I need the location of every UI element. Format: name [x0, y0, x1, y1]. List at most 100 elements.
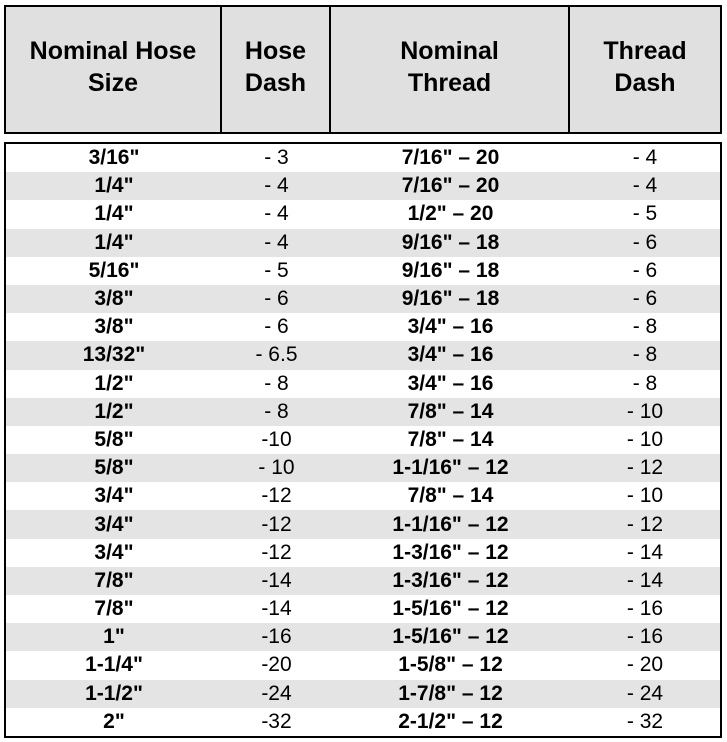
hose-dash-cell: -14 [261, 597, 292, 621]
hose-dash-cell: - 5 [264, 258, 289, 282]
thread-cell: 1-3/16" – 12 [392, 568, 509, 592]
thread-cell: 3/4" – 16 [407, 315, 494, 339]
table-row: 13/32" - 6.5 3/4" – 16 - 8 [6, 341, 720, 370]
table-row: 3/4" -12 7/8" – 14 - 10 [6, 482, 720, 510]
hose-dash-cell: - 3 [264, 146, 289, 170]
thread-dash-cell: - 16 [626, 597, 664, 621]
table-header: Nominal Hose Size Hose Dash Nominal Thre… [4, 5, 722, 134]
thread-cell: 1-5/16" – 12 [392, 597, 509, 621]
hose-size-cell: 1-1/4" [85, 653, 143, 677]
table-row: 1/2" - 8 3/4" – 16 - 8 [6, 370, 720, 398]
hose-size-cell: 1-1/2" [85, 681, 143, 705]
hose-size-cell: 5/8" [94, 456, 134, 480]
thread-dash-cell: - 10 [626, 484, 664, 508]
hose-dash-cell: -14 [261, 568, 292, 592]
thread-cell: 9/16" – 18 [401, 230, 500, 254]
hose-size-cell: 5/8" [94, 427, 134, 451]
hose-size-cell: 3/4" [94, 540, 134, 564]
hose-dash-cell: -12 [261, 540, 292, 564]
hose-dash-cell: -12 [261, 512, 292, 536]
table-row: 1-1/2" -24 1-7/8" – 12 - 24 [6, 679, 720, 708]
thread-dash-cell: - 14 [626, 568, 664, 592]
hose-size-cell: 1" [103, 625, 125, 649]
hose-size-cell: 3/4" [94, 484, 134, 508]
thread-dash-cell: - 6 [632, 287, 658, 311]
hose-size-cell: 5/16" [88, 258, 140, 282]
table-row: 3/4" -12 1-3/16" – 12 - 14 [6, 539, 720, 567]
hose-dash-cell: - 6.5 [255, 343, 298, 367]
thread-dash-cell: - 24 [626, 681, 664, 705]
thread-cell: 7/8" – 14 [407, 399, 494, 423]
thread-dash-cell: - 20 [626, 653, 664, 677]
hose-size-cell: 1/4" [94, 230, 134, 254]
table-row: 5/8" -10 7/8" – 14 - 10 [6, 426, 720, 454]
header-label: Nominal Thread [400, 36, 499, 97]
thread-dash-cell: - 10 [626, 399, 664, 423]
table-row: 2" -32 2-1/2" – 12 - 32 [6, 708, 720, 736]
thread-cell: 3/4" – 16 [407, 371, 494, 395]
table-row: 7/8" -14 1-3/16" – 12 - 14 [6, 566, 720, 595]
table-row: 5/8" - 10 1-1/16" – 12 - 12 [6, 454, 720, 483]
hose-size-cell: 3/8" [94, 315, 134, 339]
thread-dash-cell: - 32 [626, 709, 664, 733]
table-body: 3/16" - 3 7/16" – 20 - 4 1/4" - 4 7/16" – 20 - … [4, 142, 722, 738]
hose-dash-cell: - 8 [264, 399, 289, 423]
hose-dash-cell: - 10 [258, 456, 295, 480]
table-row: 1/2" - 8 7/8" – 14 - 10 [6, 397, 720, 426]
table-row: 1/4" - 4 9/16" – 18 - 6 [6, 228, 720, 257]
hose-size-cell: 7/8" [94, 568, 134, 592]
hose-dash-cell: - 8 [264, 371, 289, 395]
thread-dash-cell: - 12 [626, 456, 664, 480]
table-row: 1/4" - 4 1/2" – 20 - 5 [6, 200, 720, 228]
hose-dash-cell: - 4 [264, 174, 289, 198]
thread-dash-cell: - 8 [632, 315, 658, 339]
hose-size-cell: 2" [103, 709, 125, 733]
thread-cell: 2-1/2" – 12 [398, 709, 503, 733]
table-row: 1" -16 1-5/16" – 12 - 16 [6, 623, 720, 652]
header-label: Hose Dash [244, 36, 307, 97]
hose-size-cell: 3/4" [94, 512, 134, 536]
hose-size-cell: 3/16" [88, 146, 140, 170]
header-thread-dash: Thread Dash [570, 7, 720, 132]
thread-cell: 9/16" – 18 [401, 287, 500, 311]
table-row: 1/4" - 4 7/16" – 20 - 4 [6, 172, 720, 201]
hose-dash-cell: -24 [261, 681, 292, 705]
table-row: 3/16" - 3 7/16" – 20 - 4 [6, 144, 720, 172]
thread-cell: 1-3/16" – 12 [392, 540, 509, 564]
hose-dash-cell: - 4 [264, 202, 289, 226]
table-row: 5/16" - 5 9/16" – 18 - 6 [6, 257, 720, 285]
table-row: 3/4" -12 1-1/16" – 12 - 12 [6, 510, 720, 539]
hose-dash-cell: - 4 [264, 230, 289, 254]
thread-cell: 1-5/8" – 12 [398, 653, 503, 677]
thread-cell: 7/16" – 20 [401, 174, 500, 198]
thread-dash-cell: - 8 [632, 371, 658, 395]
hose-size-cell: 1/4" [94, 174, 134, 198]
thread-dash-cell: - 6 [632, 230, 658, 254]
table-row: 3/8" - 6 3/4" – 16 - 8 [6, 313, 720, 341]
thread-cell: 7/8" – 14 [407, 484, 494, 508]
header-nominal-thread: Nominal Thread [331, 7, 570, 132]
thread-dash-cell: - 4 [632, 146, 658, 170]
hose-size-cell: 7/8" [94, 597, 134, 621]
thread-dash-cell: - 8 [632, 343, 658, 367]
thread-dash-cell: - 4 [632, 174, 658, 198]
hose-size-cell: 1/2" [94, 399, 134, 423]
thread-cell: 1-1/16" – 12 [392, 512, 509, 536]
thread-cell: 9/16" – 18 [401, 258, 500, 282]
thread-cell: 7/16" – 20 [401, 146, 500, 170]
thread-cell: 1-1/16" – 12 [392, 456, 509, 480]
header-hose-dash: Hose Dash [222, 7, 331, 132]
hose-dash-cell: -16 [261, 625, 292, 649]
hose-dash-cell: -10 [261, 427, 292, 451]
header-label: Thread Dash [603, 36, 687, 97]
hose-size-cell: 3/8" [94, 287, 134, 311]
thread-dash-cell: - 12 [626, 512, 664, 536]
table-row: 7/8" -14 1-5/16" – 12 - 16 [6, 595, 720, 623]
thread-dash-cell: - 10 [626, 427, 664, 451]
thread-cell: 1-5/16" – 12 [392, 625, 509, 649]
thread-cell: 3/4" – 16 [407, 343, 494, 367]
hose-dash-cell: -20 [261, 653, 292, 677]
thread-dash-cell: - 5 [632, 202, 658, 226]
header-label: Nominal Hose Size [29, 36, 197, 97]
thread-dash-cell: - 6 [632, 258, 658, 282]
